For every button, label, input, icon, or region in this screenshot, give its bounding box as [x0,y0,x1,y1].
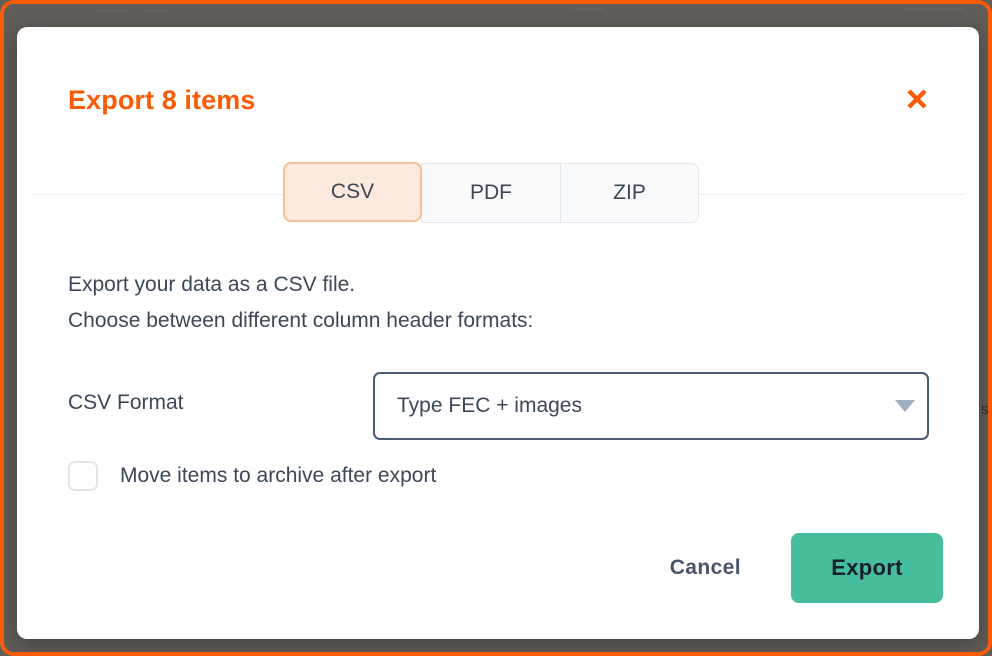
dialog-header: Export 8 items CSV PDF ZIP [17,27,979,223]
csv-format-row: CSV Format Type FEC + images [68,372,932,440]
close-icon[interactable] [899,81,935,117]
export-button[interactable]: Export [791,533,943,603]
format-tab-group: CSV PDF ZIP [283,162,699,223]
archive-checkbox-label: Move items to archive after export [120,464,437,487]
description-line-2: Choose between different column header f… [68,309,534,332]
cancel-button[interactable]: Cancel [644,542,767,594]
background-edge-text: s [981,401,989,418]
csv-format-label: CSV Format [68,391,184,414]
archive-after-export-row[interactable]: Move items to archive after export [68,461,436,491]
browser-viewport: s Export 8 items CSV PDF ZIP Export your… [0,0,992,656]
export-dialog: Export 8 items CSV PDF ZIP Export your d… [17,27,979,639]
tab-zip[interactable]: ZIP [560,163,699,223]
tab-csv-label: CSV [330,180,375,203]
archive-checkbox[interactable] [68,461,98,491]
csv-format-select[interactable]: Type FEC + images [373,372,929,440]
csv-format-value: Type FEC + images [397,394,582,417]
description-line-1: Export your data as a CSV file. [68,273,356,296]
chevron-down-icon [883,399,927,413]
tab-zip-label: ZIP [613,181,646,204]
tab-pdf[interactable]: PDF [421,163,560,223]
tab-pdf-label: PDF [470,181,512,204]
tab-csv[interactable]: CSV [283,162,422,222]
dialog-footer: Cancel Export [644,533,943,603]
dialog-title: Export 8 items [68,85,256,115]
